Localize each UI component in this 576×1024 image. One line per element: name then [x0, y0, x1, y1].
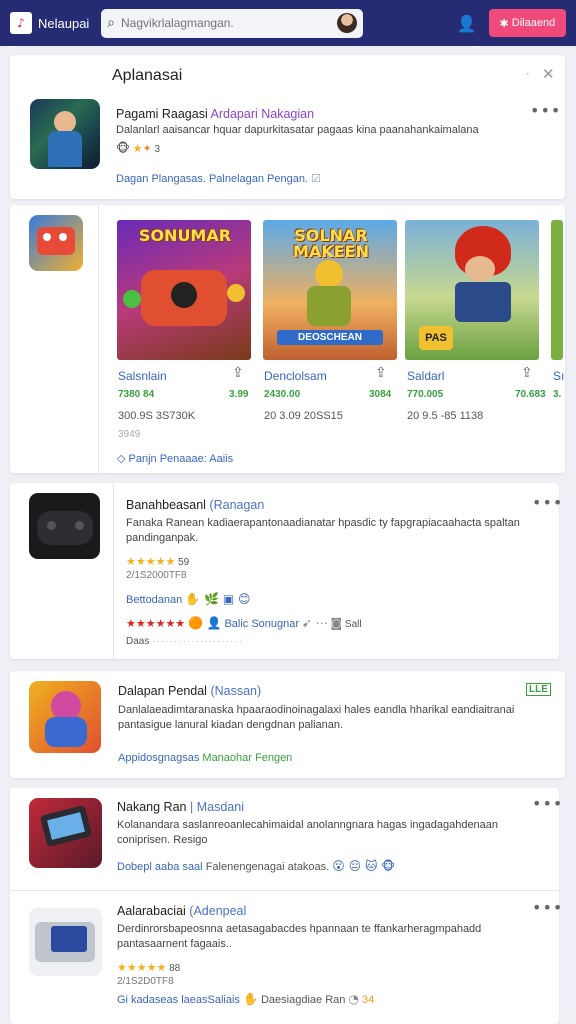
carousel-section: SONUMAR SOLNAR MAKEEN DEOSCHEAN PAS Sals… [10, 205, 565, 473]
app-description: Dalanlarl aaisancar hquar dapurkitasatar… [116, 124, 479, 136]
app-thumbnail[interactable] [29, 908, 102, 976]
hand-icon: ✋ [242, 992, 258, 1006]
share-icon[interactable]: ⇪ [521, 365, 533, 381]
share-icon: ➹ ⋯ [301, 616, 328, 630]
item-sub: 300.9S 3S730K [118, 410, 196, 422]
carousel-item-name[interactable]: Saldarl [407, 369, 444, 383]
app-rating: 🐵 ★✦ 3 [116, 141, 161, 155]
art-title: SONUMAR [138, 226, 232, 245]
carousel-art[interactable]: SONUMAR [117, 220, 251, 360]
link-icon: ◇ [117, 452, 126, 465]
item-price: 3084 [369, 389, 392, 400]
item-sub: 20 9.5 -85 1138 [407, 410, 484, 422]
app-description: Fanaka Ranean kadiaerapantonaadianatar h… [126, 517, 520, 544]
user-icon[interactable]: 👤 [457, 14, 477, 33]
app-link[interactable]: Gi kadaseas laeasSaliais ✋ Daesiagdiae R… [117, 992, 374, 1006]
app-card: Banahbeasanl (Ranagan ••• Fanaka Ranean … [10, 483, 562, 659]
carousel: SONUMAR SOLNAR MAKEEN DEOSCHEAN PAS Sals… [98, 205, 565, 473]
timer-icon: ◔ [348, 992, 359, 1006]
item-price: 70.683 [515, 389, 546, 400]
carousel-link[interactable]: ◇ Panjn Penaaae: Aaiis [117, 452, 233, 465]
app-link[interactable]: Dobepl aaba saal Falenengenagai atakoas.… [117, 859, 395, 873]
app-link[interactable]: Dagan Plangasas. Palnelagan Pengan. ☑ [116, 172, 321, 185]
app-logo[interactable]: ♪ Nelaupai [10, 12, 97, 34]
app-list: Nakang Ran | Masdani ••• Kolanandara sas… [10, 788, 562, 1024]
verified-icon: ☑ [311, 173, 321, 185]
section-header: Aplanasai [112, 67, 183, 84]
item-stat: 7380 84 [118, 389, 155, 400]
carousel-art-peek[interactable] [551, 220, 563, 360]
badges-icon: ✋ 🌿 ▣ 😊 [185, 592, 251, 606]
more-options-icon[interactable]: ••• [532, 493, 563, 512]
carousel-item-name[interactable]: Denclolsam [264, 369, 327, 383]
carousel-item-name-peek[interactable]: Sı [553, 369, 564, 383]
app-rating: ★★★★★ 88 [117, 961, 181, 974]
app-title[interactable]: Pagami Raagasi Ardapari Nakagian [116, 107, 314, 121]
art-subtitle: PAS [419, 326, 453, 350]
app-description: Derdinrorsbapeosnna aetasagabacdes hpann… [117, 923, 482, 950]
app-sub: 2/1S2000TF8 [126, 570, 187, 581]
app-footer: Daas ····················· [126, 636, 244, 647]
carousel-item-name[interactable]: Salsnlain [118, 369, 167, 383]
app-card: Dalapan Pendal (Nassan) LLE Danlalaeadim… [10, 671, 565, 778]
more-options-icon[interactable]: ••• [532, 898, 563, 917]
item-price: 3.99 [229, 389, 249, 400]
cta-label: Dilaaend [511, 17, 556, 29]
top-bar: ♪ Nelaupai ⌕ 👤 ✱ Dilaaend [0, 0, 576, 46]
item-sub2: 3949 [118, 429, 141, 440]
search-icon: ⌕ [107, 15, 116, 31]
app-description: Kolanandara saslanreoanlecahimaidal anol… [117, 819, 499, 846]
app-rating: ★★★★★ 59 [126, 555, 190, 568]
art-title: SOLNAR MAKEEN [293, 226, 369, 261]
app-link[interactable]: Appidosgnagsas Manaohar Fengen [118, 752, 292, 764]
minimize-icon[interactable]: ᐧ [526, 67, 529, 81]
app-title[interactable]: Nakang Ran | Masdani [117, 800, 244, 814]
art-subtitle: DEOSCHEAN [277, 330, 383, 345]
item-stat: 770.005 [407, 389, 444, 400]
app-title[interactable]: Aalarabaciai (Adenpeal [117, 904, 246, 918]
section-thumbnail[interactable] [29, 215, 83, 271]
logo-icon: ♪ [10, 12, 32, 34]
logo-text: Nelaupai [38, 15, 90, 31]
search-bar[interactable]: ⌕ [101, 8, 363, 38]
share-icon[interactable]: ⇪ [375, 365, 387, 381]
app-thumbnail[interactable] [29, 493, 100, 559]
app-title[interactable]: Dalapan Pendal (Nassan) [118, 684, 261, 698]
emoji-reactions-icon: 😮 😐 🐱 🐵 [332, 859, 396, 873]
carousel-art[interactable]: SOLNAR MAKEEN DEOSCHEAN [263, 220, 397, 360]
app-sub: 2/1S2D0TF8 [117, 976, 174, 987]
status-badge: LLE [526, 683, 551, 696]
close-icon[interactable]: ✕ [542, 65, 555, 83]
app-thumbnail[interactable] [30, 99, 100, 169]
featured-section: Aplanasai ᐧ ✕ Pagami Raagasi Ardapari Na… [10, 55, 565, 199]
tag-icon: ✱ [499, 17, 509, 30]
cta-button[interactable]: ✱ Dilaaend [488, 9, 566, 37]
camera-icon: ◙ [330, 616, 343, 630]
search-input[interactable] [115, 16, 337, 30]
more-options-icon[interactable]: ••• [532, 794, 563, 813]
more-options-icon[interactable]: ••• [530, 101, 561, 120]
app-thumbnail[interactable] [29, 681, 101, 753]
avatar[interactable] [336, 13, 357, 33]
app-description: Danlalaeadimtaranaska hpaaraodinoinagala… [118, 704, 515, 731]
share-icon[interactable]: ⇪ [232, 365, 244, 381]
app-reviews: ★★★★★★ 🟠 👤 Balic Sonugnar ➹ ⋯ ◙ Sall [126, 616, 362, 630]
item-price-peek: 3. [553, 389, 562, 400]
app-title[interactable]: Banahbeasanl (Ranagan [126, 498, 264, 512]
item-stat: 2430.00 [264, 389, 301, 400]
carousel-art[interactable]: PAS [405, 220, 539, 360]
app-link[interactable]: Bettodanan ✋ 🌿 ▣ 😊 [126, 592, 251, 606]
item-sub: 20 3.09 20SS15 [264, 410, 343, 422]
app-thumbnail[interactable] [29, 798, 102, 868]
